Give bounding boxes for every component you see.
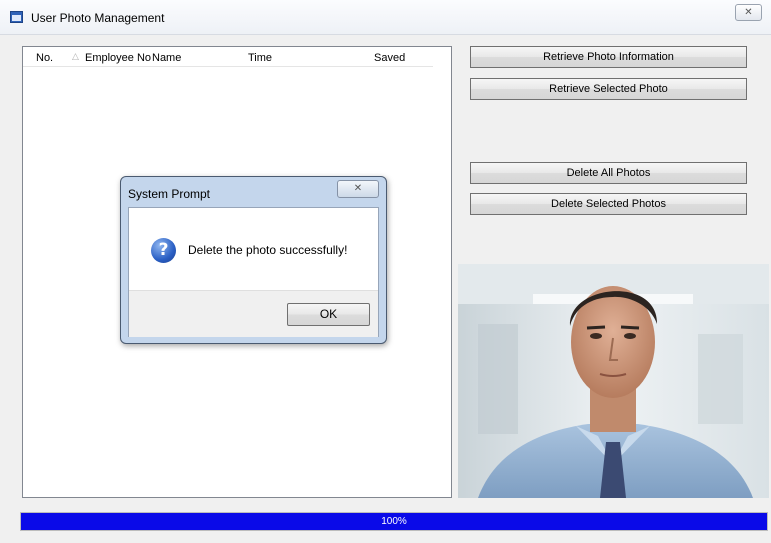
dialog-body: ? Delete the photo successfully! OK — [128, 207, 379, 337]
question-icon: ? — [151, 238, 176, 263]
column-header-employee-no[interactable]: Employee No — [85, 52, 151, 64]
column-header-no[interactable]: No. — [36, 52, 53, 64]
dialog-footer: OK — [129, 290, 378, 337]
ok-button[interactable]: OK — [287, 303, 370, 326]
delete-selected-photos-button[interactable]: Delete Selected Photos — [470, 193, 747, 215]
employee-portrait-image — [458, 264, 769, 498]
employee-photo — [458, 264, 769, 498]
app-window-icon — [10, 11, 23, 23]
system-prompt-dialog: System Prompt ✕ ? Delete the photo succe… — [120, 176, 387, 344]
column-header-time[interactable]: Time — [248, 52, 272, 64]
sort-ascending-icon: △ — [72, 51, 79, 61]
dialog-message: Delete the photo successfully! — [188, 243, 348, 257]
dialog-close-button[interactable]: ✕ — [337, 180, 379, 198]
progress-label: 100% — [381, 516, 407, 527]
column-header-name[interactable]: Name — [152, 52, 181, 64]
retrieve-photo-information-button[interactable]: Retrieve Photo Information — [470, 46, 747, 68]
retrieve-selected-photo-button[interactable]: Retrieve Selected Photo — [470, 78, 747, 100]
window-titlebar: User Photo Management ✕ — [0, 0, 771, 35]
column-header-saved[interactable]: Saved — [374, 52, 405, 64]
window-close-button[interactable]: ✕ — [735, 4, 762, 21]
dialog-title: System Prompt — [128, 187, 211, 201]
progress-bar: 100% — [20, 512, 768, 531]
delete-all-photos-button[interactable]: Delete All Photos — [470, 162, 747, 184]
window-title: User Photo Management — [31, 11, 165, 25]
list-header: No. △ Employee No Name Time Saved — [23, 47, 433, 67]
